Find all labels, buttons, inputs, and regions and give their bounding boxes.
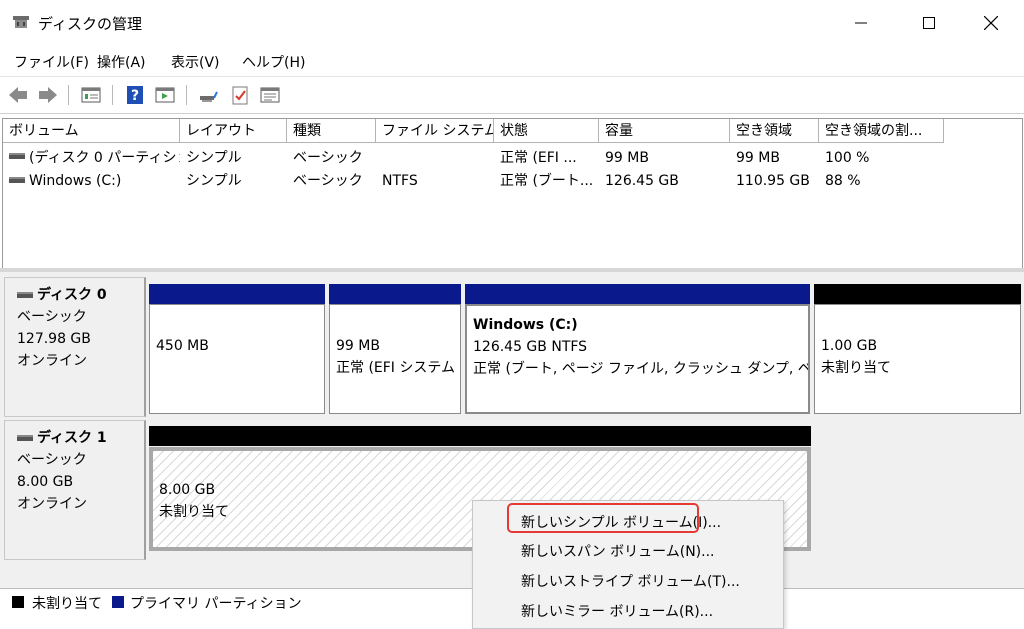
disk-icon [17,435,33,441]
column-header-status[interactable]: 状態 [494,119,599,143]
cell-free-space: 110.95 GB [736,173,810,189]
partition-bar-primary [329,284,461,304]
partition-bar-primary [465,284,810,304]
toolbar-separator [68,85,69,105]
console-tree-icon[interactable] [154,84,176,106]
menu-item-new-spanned-volume[interactable]: 新しいスパン ボリューム(N)... [521,541,714,561]
disk-1-size: 8.00 GB [17,474,74,490]
cell-status: 正常 (EFI ... [500,150,577,166]
partition-bar-unallocated [814,284,1021,304]
column-header-free-percent[interactable]: 空き領域の割... [819,119,944,143]
maximize-icon [923,17,935,29]
partition-windows-c[interactable]: Windows (C:) 126.45 GB NTFS 正常 (ブート, ページ… [465,304,810,414]
legend-swatch-unallocated [12,596,24,608]
partition-efi[interactable]: 99 MB 正常 (EFI システム [329,304,461,414]
maximize-button[interactable] [906,0,952,46]
column-header-filesystem[interactable]: ファイル システム [376,119,494,143]
column-header-layout[interactable]: レイアウト [180,119,287,143]
disk-1-title: ディスク 1 [17,427,144,449]
cell-layout: シンプル [186,173,242,189]
partition-status: 正常 (ブート, ページ ファイル, クラッシュ ダンプ, ベーシック [473,361,808,377]
partition-bar-primary [149,284,325,304]
partition-bar-unallocated [149,426,811,446]
disk-0-status: オンライン [17,353,87,369]
partition-450mb[interactable]: 450 MB [149,304,325,414]
partition-size: 99 MB [336,338,380,354]
cell-capacity: 126.45 GB [605,173,679,189]
partition-name: Windows (C:) [473,317,578,333]
partition-status: 未割り当て [821,360,891,376]
partition-size: 8.00 GB [159,482,216,498]
disk-1-status: オンライン [17,496,87,512]
partition-size-fs: 126.45 GB NTFS [473,339,588,355]
cell-free-space: 99 MB [736,150,780,166]
partition-status: 正常 (EFI システム [336,360,455,376]
cell-type: ベーシック [293,150,363,166]
disk-0-label[interactable]: ディスク 0 ベーシック 127.98 GB オンライン [4,277,146,417]
check-icon[interactable] [229,84,251,106]
column-header-volume[interactable]: ボリューム [3,119,180,143]
disk-icon [17,292,33,298]
cell-volume: (ディスク 0 パーティショ... [29,150,180,166]
cell-layout: シンプル [186,150,242,166]
disk-0-title: ディスク 0 [17,284,144,306]
partition-unallocated-1gb[interactable]: 1.00 GB 未割り当て [814,304,1021,414]
disk-1-label[interactable]: ディスク 1 ベーシック 8.00 GB オンライン [4,420,146,560]
help-icon[interactable]: ? [124,84,146,106]
column-header-type[interactable]: 種類 [287,119,376,143]
legend-label-primary: プライマリ パーティション [130,596,302,612]
forward-arrow-icon[interactable] [37,84,59,106]
toolbar-separator [112,85,113,105]
disk-0-size: 127.98 GB [17,331,91,347]
volume-list: ボリューム レイアウト 種類 ファイル システム 状態 容量 空き領域 空き領域… [2,118,1023,270]
minimize-icon [855,22,867,24]
minimize-button[interactable] [838,0,884,46]
cell-capacity: 99 MB [605,150,649,166]
properties-icon[interactable] [259,84,281,106]
toolbar: ? [0,76,1024,114]
partition-size: 450 MB [156,338,209,354]
svg-text:?: ? [131,88,139,104]
disk-management-icon [13,16,29,28]
legend-swatch-primary [112,596,124,608]
close-icon [984,16,998,30]
menu-item-new-mirrored-volume[interactable]: 新しいミラー ボリューム(R)... [521,601,713,621]
window-title: ディスクの管理 [38,15,142,33]
column-header-capacity[interactable]: 容量 [599,119,730,143]
disk-1-type: ベーシック [17,452,87,468]
menu-action[interactable]: 操作(A) [97,52,146,72]
cell-filesystem: NTFS [382,173,418,189]
connect-icon[interactable] [197,84,219,106]
back-arrow-icon[interactable] [7,84,29,106]
menu-view[interactable]: 表示(V) [171,52,220,72]
column-header-free-space[interactable]: 空き領域 [730,119,819,143]
cell-free-percent: 100 % [825,150,870,166]
title-bar: ディスクの管理 [0,0,1024,46]
menu-item-new-striped-volume[interactable]: 新しいストライプ ボリューム(T)... [521,571,740,591]
menu-bar: ファイル(F) 操作(A) 表示(V) ヘルプ(H) [0,46,1024,74]
disk-0-type: ベーシック [17,309,87,325]
cell-type: ベーシック [293,173,363,189]
disk-list-icon[interactable] [80,84,102,106]
highlight-box [507,503,699,533]
partition-size: 1.00 GB [821,338,878,354]
cell-volume: Windows (C:) [29,173,122,189]
menu-file[interactable]: ファイル(F) [14,52,89,72]
menu-help[interactable]: ヘルプ(H) [242,52,305,72]
disk-1-name: ディスク 1 [37,430,107,446]
disk-0-name: ディスク 0 [37,287,107,303]
legend-label-unallocated: 未割り当て [32,596,102,612]
toolbar-separator [186,85,187,105]
close-button[interactable] [968,0,1014,46]
cell-free-percent: 88 % [825,173,861,189]
cell-filesystem [376,147,494,169]
cell-status: 正常 (ブート... [500,173,594,189]
